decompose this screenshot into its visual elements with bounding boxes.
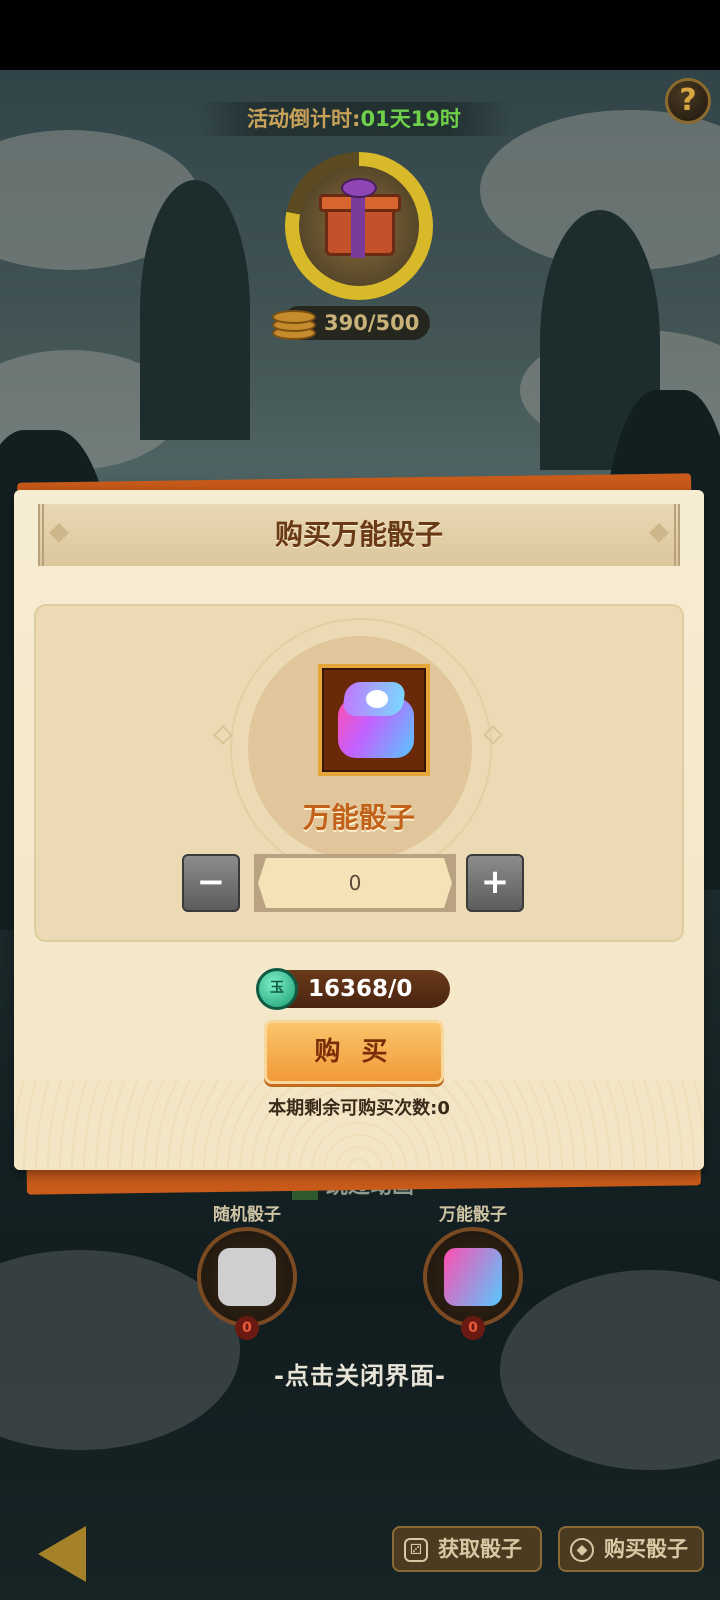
universal-dice-item-icon bbox=[318, 664, 430, 776]
coin-icon: ◆ bbox=[570, 1538, 594, 1562]
coin-progress-text: 390/500 bbox=[324, 311, 420, 335]
back-arrow-icon[interactable] bbox=[38, 1526, 86, 1582]
random-dice-label: 随机骰子 bbox=[213, 1205, 281, 1225]
universal-dice-slot[interactable]: 万能骰子 0 bbox=[408, 1205, 538, 1342]
random-dice-icon bbox=[218, 1248, 276, 1306]
random-dice-count: 0 bbox=[235, 1316, 259, 1340]
universal-dice-icon bbox=[444, 1248, 502, 1306]
random-dice-slot[interactable]: 随机骰子 0 bbox=[182, 1205, 312, 1342]
help-button[interactable]: ? bbox=[665, 78, 711, 124]
dialog-title: 购买万能骰子 bbox=[274, 518, 443, 551]
dialog-title-bar: 购买万能骰子 bbox=[38, 504, 680, 566]
gift-progress-ring[interactable] bbox=[285, 152, 433, 300]
quantity-value: 0 bbox=[258, 858, 452, 908]
universal-dice-count: 0 bbox=[461, 1316, 485, 1340]
countdown-time: 01天19时 bbox=[360, 107, 461, 131]
remaining-purchases: 本期剩余可购买次数:0 bbox=[268, 1098, 450, 1119]
jade-currency-icon: 玉 bbox=[256, 968, 298, 1010]
dice-icon: ⚂ bbox=[404, 1538, 428, 1562]
buy-dice-label: 购买骰子 bbox=[604, 1537, 688, 1561]
item-panel: 万能骰子 − 0 + bbox=[34, 604, 684, 942]
buy-dice-button[interactable]: ◆ 购买骰子 bbox=[558, 1526, 704, 1572]
event-countdown: 活动倒计时:01天19时 bbox=[196, 102, 512, 136]
status-bar bbox=[0, 0, 720, 70]
get-dice-label: 获取骰子 bbox=[438, 1537, 522, 1561]
buy-button[interactable]: 购 买 bbox=[264, 1020, 444, 1084]
increase-quantity-button[interactable]: + bbox=[466, 854, 524, 912]
universal-dice-label: 万能骰子 bbox=[439, 1205, 507, 1225]
price-text: 16368/0 bbox=[308, 976, 413, 1002]
item-name: 万能骰子 bbox=[302, 801, 415, 834]
countdown-label: 活动倒计时: bbox=[247, 107, 361, 131]
decrease-quantity-button[interactable]: − bbox=[182, 854, 240, 912]
coin-stack-icon bbox=[272, 304, 316, 342]
quantity-field[interactable]: 0 bbox=[254, 854, 456, 912]
get-dice-button[interactable]: ⚂ 获取骰子 bbox=[392, 1526, 542, 1572]
close-hint[interactable]: -点击关闭界面- bbox=[0, 1356, 720, 1391]
buy-dice-dialog: 购买万能骰子 万能骰子 − 0 + 16368/0 玉 购 买 本期剩余可购买次… bbox=[14, 490, 704, 1170]
